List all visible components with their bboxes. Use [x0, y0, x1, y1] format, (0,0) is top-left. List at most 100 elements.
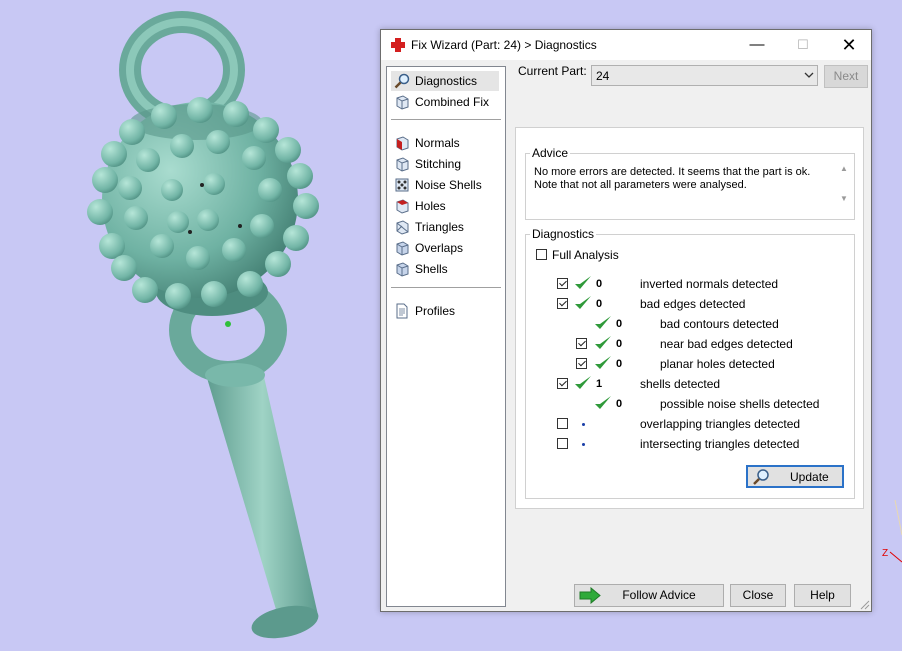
follow-advice-button[interactable]: Follow Advice	[574, 584, 724, 607]
nav-label: Shells	[415, 262, 448, 276]
advice-line-2: Note that not all parameters were analys…	[534, 179, 747, 191]
near-bad-edges-checkbox[interactable]	[576, 338, 587, 349]
dialog-body: Diagnostics Combined Fix Normals Stitchi…	[381, 60, 871, 611]
green-check-icon	[595, 396, 611, 409]
minimize-button[interactable]: —	[735, 30, 779, 60]
holes-cube-icon	[396, 199, 409, 214]
magnifier-icon	[394, 73, 410, 89]
noise-shells-icon	[395, 178, 409, 192]
fix-nav-list: Diagnostics Combined Fix Normals Stitchi…	[386, 66, 506, 607]
shells-checkbox[interactable]	[557, 378, 568, 389]
nav-item-triangles[interactable]: Triangles	[391, 217, 499, 237]
green-check-icon	[575, 276, 591, 289]
nav-divider	[391, 119, 501, 120]
near-bad-edges-label: near bad edges detected	[660, 337, 793, 351]
inverted-normals-count: 0	[596, 278, 603, 290]
current-part-label: Current Part:	[518, 64, 587, 78]
close-window-button[interactable]: ✕	[827, 30, 871, 60]
shells-label: shells detected	[640, 377, 721, 391]
scroll-down-icon[interactable]: ▼	[840, 194, 848, 203]
advice-line-1: No more errors are detected. It seems th…	[534, 166, 811, 178]
nav-item-holes[interactable]: Holes	[391, 196, 499, 216]
shells-count: 1	[596, 378, 603, 390]
overlapping-triangles-checkbox[interactable]	[557, 418, 568, 429]
nav-divider	[391, 287, 501, 288]
nav-item-noise-shells[interactable]: Noise Shells	[391, 175, 499, 195]
nav-item-overlaps[interactable]: Overlaps	[391, 238, 499, 258]
maximize-button[interactable]: ☐	[781, 30, 825, 60]
intersecting-triangles-checkbox[interactable]	[557, 438, 568, 449]
nav-label: Stitching	[415, 157, 462, 171]
current-part-select[interactable]: 24	[591, 65, 818, 86]
bad-edges-checkbox[interactable]	[557, 298, 568, 309]
green-check-icon	[595, 336, 611, 349]
normals-cube-icon	[396, 136, 409, 151]
resize-grip-icon[interactable]	[860, 600, 870, 610]
magnifier-icon	[753, 469, 769, 485]
shells-cube-icon	[396, 262, 409, 277]
pending-dot-icon	[582, 423, 585, 426]
nav-label: Combined Fix	[415, 95, 490, 109]
green-check-icon	[595, 356, 611, 369]
advice-group: Advice No more errors are detected. It s…	[525, 146, 855, 220]
next-button[interactable]: Next	[824, 65, 868, 88]
axis-indicator	[889, 499, 902, 563]
chevron-down-icon	[804, 72, 814, 78]
full-analysis-checkbox[interactable]	[536, 249, 547, 260]
z-axis-label: Z	[882, 548, 889, 559]
planar-holes-label: planar holes detected	[660, 357, 775, 371]
fix-wizard-window: Fix Wizard (Part: 24) > Diagnostics — ☐ …	[380, 29, 872, 612]
nav-label: Profiles	[415, 304, 456, 318]
diagnostics-panel: Advice No more errors are detected. It s…	[515, 127, 864, 509]
model[interactable]	[87, 11, 321, 644]
nav-item-diagnostics[interactable]: Diagnostics	[391, 71, 499, 91]
nav-label: Normals	[415, 136, 460, 150]
inverted-normals-checkbox[interactable]	[557, 278, 568, 289]
nav-item-normals[interactable]: Normals	[391, 133, 499, 153]
help-button[interactable]: Help	[794, 584, 851, 607]
full-analysis-label: Full Analysis	[552, 248, 619, 262]
green-arrow-icon	[579, 587, 601, 604]
nav-item-combined-fix[interactable]: Combined Fix	[391, 92, 499, 112]
update-button[interactable]: Update	[746, 465, 844, 488]
current-part-value: 24	[596, 69, 610, 83]
noise-shells-label: possible noise shells detected	[660, 397, 820, 411]
triangles-cube-icon	[396, 220, 409, 235]
green-check-icon	[595, 316, 611, 329]
green-check-icon	[575, 296, 591, 309]
document-icon	[396, 303, 408, 319]
advice-scrollbar[interactable]: ▲ ▼	[838, 164, 852, 208]
bad-edges-count: 0	[596, 298, 603, 310]
red-cross-icon	[391, 38, 405, 52]
stitching-cube-icon	[396, 157, 409, 172]
planar-holes-count: 0	[616, 358, 623, 370]
window-title: Fix Wizard (Part: 24) > Diagnostics	[411, 38, 597, 52]
inverted-normals-label: inverted normals detected	[640, 277, 779, 291]
close-label: Close	[742, 588, 774, 602]
follow-advice-label: Follow Advice	[622, 588, 696, 602]
planar-holes-checkbox[interactable]	[576, 358, 587, 369]
nav-label: Noise Shells	[415, 178, 482, 192]
nav-item-stitching[interactable]: Stitching	[391, 154, 499, 174]
close-button[interactable]: Close	[730, 584, 786, 607]
bad-edges-label: bad edges detected	[640, 297, 746, 311]
noise-shells-count: 0	[616, 398, 623, 410]
help-label: Help	[810, 588, 835, 602]
title-bar[interactable]: Fix Wizard (Part: 24) > Diagnostics — ☐ …	[381, 30, 871, 60]
bad-contours-label: bad contours detected	[660, 317, 779, 331]
overlapping-triangles-label: overlapping triangles detected	[640, 417, 801, 431]
nav-label: Diagnostics	[415, 74, 478, 88]
cube-icon	[396, 95, 409, 110]
advice-text[interactable]: No more errors are detected. It seems th…	[534, 166, 824, 192]
pending-dot-icon	[582, 443, 585, 446]
advice-title: Advice	[532, 146, 569, 160]
overlaps-cube-icon	[396, 241, 409, 256]
nav-item-profiles[interactable]: Profiles	[391, 301, 499, 321]
near-bad-edges-count: 0	[616, 338, 623, 350]
update-label: Update	[790, 470, 829, 484]
bad-contours-count: 0	[616, 318, 623, 330]
nav-label: Triangles	[415, 220, 464, 234]
nav-label: Holes	[415, 199, 446, 213]
nav-item-shells[interactable]: Shells	[391, 259, 499, 279]
scroll-up-icon[interactable]: ▲	[840, 164, 848, 173]
